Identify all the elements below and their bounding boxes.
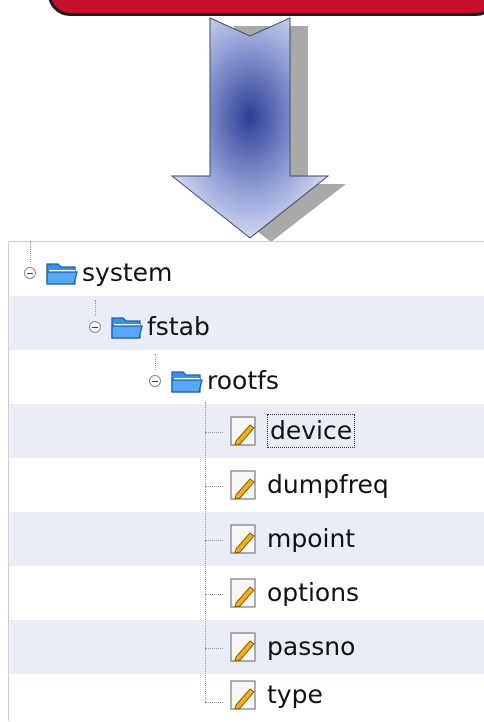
tree-node-system[interactable]: system — [24, 246, 172, 300]
tree-connector — [205, 402, 206, 702]
file-edit-icon — [230, 680, 256, 710]
tree-connector — [205, 486, 223, 487]
tree-connector — [205, 540, 223, 541]
tree-leaf-dumpfreq[interactable]: dumpfreq — [227, 458, 389, 512]
folder-icon — [171, 371, 203, 393]
folder-icon — [111, 317, 143, 339]
file-edit-icon — [230, 470, 256, 500]
node-label: mpoint — [267, 524, 356, 553]
tree-node-fstab[interactable]: fstab — [89, 300, 210, 354]
tree-leaf-type[interactable]: type — [227, 668, 323, 722]
file-edit-icon — [230, 632, 256, 662]
tree-leaf-options[interactable]: options — [227, 566, 359, 620]
tree-leaf-device[interactable]: device — [227, 404, 356, 458]
tree-connector — [205, 432, 223, 433]
tree-connector — [205, 594, 223, 595]
tree-node-rootfs[interactable]: rootfs — [149, 354, 279, 408]
folder-icon — [46, 263, 78, 285]
node-label: rootfs — [207, 366, 279, 395]
collapse-toggle[interactable] — [24, 267, 36, 279]
node-label: options — [267, 578, 360, 607]
tree-leaf-passno[interactable]: passno — [227, 620, 355, 674]
collapse-toggle[interactable] — [89, 321, 101, 333]
tree-view: system fstab rootfs device dumpfreq mpoi… — [8, 241, 484, 721]
tree-leaf-mpoint[interactable]: mpoint — [227, 512, 355, 566]
file-edit-icon — [230, 416, 256, 446]
node-label: system — [82, 258, 173, 287]
file-edit-icon — [230, 524, 256, 554]
node-label: passno — [267, 632, 356, 661]
down-arrow-icon — [170, 17, 346, 242]
tree-connector — [205, 648, 223, 649]
node-label: fstab — [147, 312, 210, 341]
file-edit-icon — [230, 578, 256, 608]
collapse-toggle[interactable] — [149, 375, 161, 387]
node-label: type — [267, 680, 323, 709]
node-label: device — [267, 414, 356, 448]
row-shade — [9, 296, 484, 350]
node-label: dumpfreq — [267, 470, 389, 499]
tree-connector — [205, 702, 223, 703]
